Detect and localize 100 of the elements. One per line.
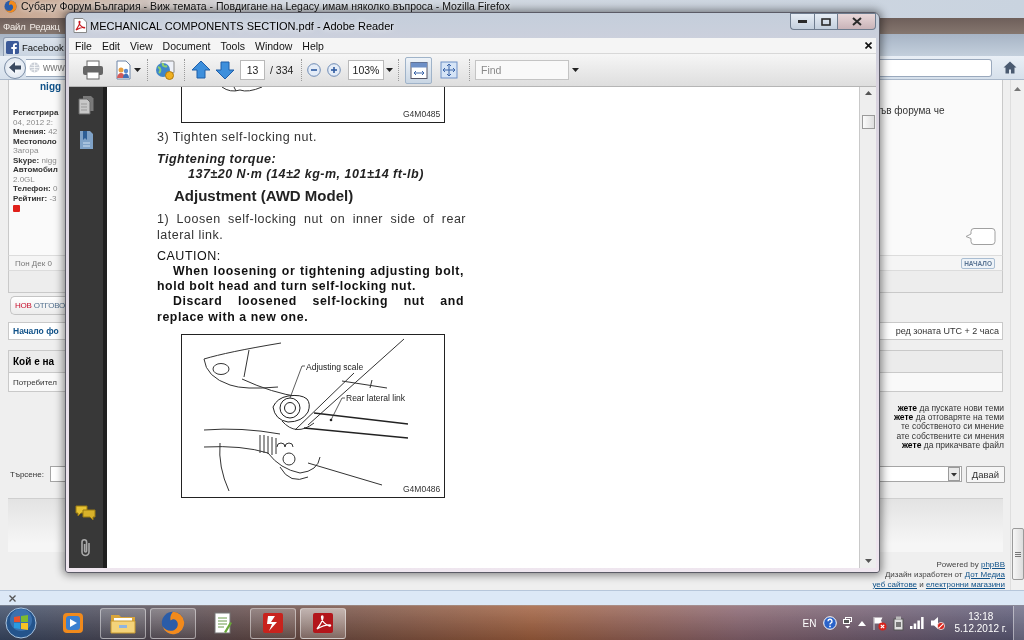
profile-field: Мнения: 42 [13, 127, 59, 137]
scrollbar-thumb[interactable] [861, 115, 875, 129]
go-button[interactable]: Давай [965, 465, 1005, 483]
caret-icon[interactable] [572, 68, 579, 72]
reply-button[interactable]: НОВ ОТГОВО [10, 296, 65, 315]
scroll-down-icon[interactable] [864, 559, 872, 563]
grip-icon [1014, 551, 1021, 557]
globe-swirl-icon [4, 0, 17, 13]
flag-error-icon[interactable] [871, 615, 887, 631]
username-link[interactable]: nigg [40, 81, 62, 93]
speech-bubbles-icon[interactable] [75, 504, 97, 522]
page-number-field[interactable]: 13 [240, 60, 265, 80]
pdf-file-icon [73, 18, 87, 33]
post-text: ъв форума че [880, 105, 945, 117]
arrow-up-icon[interactable] [191, 60, 211, 80]
document-people-icon[interactable] [114, 60, 132, 80]
language-indicator[interactable]: EN [802, 617, 817, 629]
footer-link[interactable]: уеб сайтове [872, 580, 917, 589]
callout-label: Rear lateral link [346, 392, 406, 403]
close-icon[interactable] [865, 42, 872, 49]
window-title: MECHANICAL COMPONENTS SECTION.pdf - Adobe Reader [90, 19, 394, 32]
window-title: Субару Форум България - Виж темата - Повдигане на Legacy имам няколко въпроса - Mozilla Firefox [21, 0, 510, 12]
zoom-field[interactable]: 103% [348, 60, 384, 80]
footer-text: Powered by phpBB [936, 560, 1005, 570]
post-date: Пон Дек 0 [15, 258, 52, 268]
device-icon[interactable] [892, 615, 904, 631]
footer-text: уеб сайтове и електронни магазини [872, 580, 1005, 590]
taskbar-button[interactable] [150, 607, 196, 639]
figure-code: G4M0485 [403, 109, 441, 119]
maximize-icon [821, 17, 831, 26]
folder-icon [110, 612, 136, 634]
fit-page-icon [439, 61, 458, 79]
torque-value: 137±20 N·m (14±2 kg-m, 101±14 ft-lb) [187, 167, 425, 182]
taskbar-button[interactable] [250, 607, 296, 639]
footer-link[interactable]: Дот Медиа [964, 570, 1005, 579]
permission-text: те собственото си мнение [901, 422, 1004, 432]
chevron-up-icon[interactable] [857, 620, 866, 626]
footer-link[interactable]: електронни магазини [925, 580, 1005, 589]
pages-icon[interactable] [78, 95, 94, 115]
taskbar-button[interactable] [300, 607, 346, 639]
close-button[interactable] [838, 13, 876, 30]
caret-icon[interactable] [386, 68, 393, 72]
globe-gear-icon[interactable] [154, 59, 176, 81]
menu-item[interactable]: File [75, 39, 92, 52]
clock-time[interactable]: 13:18 [968, 611, 994, 623]
restore-icon[interactable] [842, 617, 852, 629]
scroll-up-icon[interactable] [1014, 87, 1021, 91]
help-icon[interactable] [822, 616, 837, 630]
play-icon [62, 612, 84, 634]
printer-icon[interactable] [82, 60, 104, 80]
taskbar-button[interactable] [100, 607, 146, 639]
menu-item[interactable]: Window [254, 39, 293, 52]
signal-icon[interactable] [909, 617, 924, 629]
profile-field: 2.0GL [13, 174, 59, 184]
f-logo-icon [6, 40, 19, 54]
torque-label: Tightening torque: [157, 152, 278, 167]
caret-icon[interactable] [134, 68, 141, 72]
home-icon[interactable] [1003, 61, 1017, 74]
menu-item[interactable]: Document [162, 39, 211, 52]
find-field[interactable]: Find [475, 60, 569, 80]
caution-title: CAUTION: [157, 249, 222, 264]
speech-bubble-icon[interactable] [965, 227, 996, 246]
profile-field: Рейтинг: -3 [13, 193, 59, 203]
notepad-icon [212, 611, 234, 635]
permission-text: жете да прикачвате файл [901, 440, 1004, 450]
forum-select[interactable] [49, 466, 65, 482]
show-desktop-button[interactable] [1013, 606, 1024, 640]
profile-field: 04, 2012 2: [13, 117, 59, 127]
back-button[interactable] [4, 56, 26, 79]
swirl-tile-icon [312, 612, 334, 634]
close-icon [851, 17, 862, 26]
menu-item[interactable]: Help [302, 39, 324, 52]
menu-item[interactable]: Tools [220, 39, 245, 52]
maximize-button[interactable] [814, 13, 838, 30]
menu-item[interactable]: View [130, 39, 153, 52]
footer-link[interactable]: phpBB [980, 560, 1005, 569]
close-icon[interactable] [9, 594, 16, 602]
partial-drawing [221, 87, 263, 92]
permission-text: жете да пускате нови теми [897, 404, 1004, 414]
bookmark-icon[interactable] [78, 130, 94, 150]
scroll-up-icon[interactable] [864, 91, 872, 95]
zoom-in-icon[interactable] [327, 63, 341, 77]
address-field[interactable] [880, 58, 992, 77]
menu-item[interactable]: Редакц [29, 20, 60, 32]
address-field[interactable]: www [26, 58, 65, 77]
scrollbar-thumb[interactable] [1011, 528, 1024, 580]
arrow-down-icon[interactable] [215, 60, 235, 80]
start-icon[interactable] [5, 607, 37, 639]
globe-icon [29, 62, 40, 73]
status-square-icon [13, 205, 20, 212]
footer-background [8, 498, 65, 552]
speaker-muted-icon[interactable] [929, 616, 945, 630]
section-title: Кой е на [13, 356, 55, 367]
zoom-out-icon[interactable] [307, 63, 321, 77]
breadcrumb-link[interactable]: Начало фо [13, 326, 59, 336]
menu-item[interactable]: Edit [101, 39, 120, 52]
clock-date[interactable]: 5.12.2012 г. [954, 623, 1007, 635]
menu-item[interactable]: Файл [3, 20, 26, 32]
view-mode-button[interactable] [405, 56, 432, 84]
minimize-button[interactable] [790, 13, 814, 30]
